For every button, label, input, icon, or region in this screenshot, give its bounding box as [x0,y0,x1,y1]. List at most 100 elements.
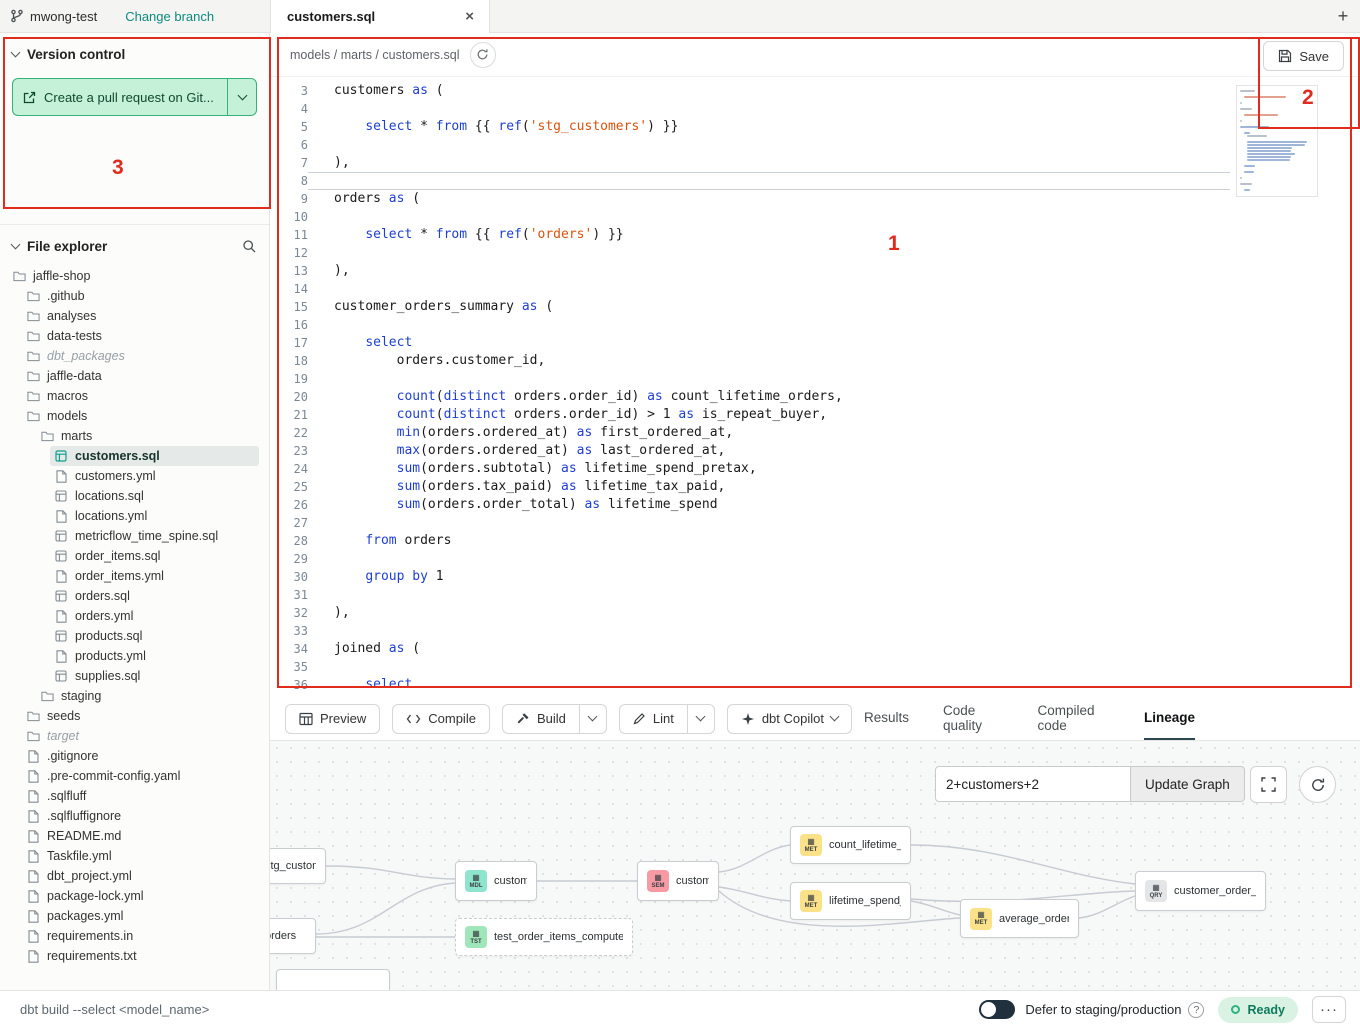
code-editor[interactable]: 3customers as (45 select * from {{ ref('… [270,77,1360,697]
graph-node-customers[interactable]: ▦MDLcustomers [455,861,537,901]
code-line-19[interactable]: 19 [270,370,1360,388]
code-line-17[interactable]: 17 select [270,334,1360,352]
graph-node-lifetime_spend_pretax[interactable]: ▦METlifetime_spend_pretax [790,882,911,920]
tree-item-dbt_project.yml[interactable]: dbt_project.yml [22,866,259,886]
tree-item-requirements.txt[interactable]: requirements.txt [22,946,259,966]
tree-item-products.yml[interactable]: products.yml [50,646,259,666]
create-pr-button[interactable]: Create a pull request on Git... [12,78,227,116]
tree-item-metricflow_time_spine.sql[interactable]: metricflow_time_spine.sql [50,526,259,546]
tree-item-jaffle-data[interactable]: jaffle-data [22,366,259,386]
tree-item-customers.sql[interactable]: customers.sql [50,446,259,466]
code-line-23[interactable]: 23 max(orders.ordered_at) as last_ordere… [270,442,1360,460]
tree-item-locations.yml[interactable]: locations.yml [50,506,259,526]
graph-node-average_order_value[interactable]: ▦METaverage_order_value [960,899,1079,938]
tree-item-target[interactable]: target [22,726,259,746]
tree-item-Taskfile.yml[interactable]: Taskfile.yml [22,846,259,866]
tree-item-seeds[interactable]: seeds [22,706,259,726]
tree-item-dbt_packages[interactable]: dbt_packages [22,346,259,366]
breadcrumb-action-icon[interactable] [470,42,496,68]
help-icon[interactable]: ? [1188,1002,1204,1018]
tree-item-orders.yml[interactable]: orders.yml [50,606,259,626]
code-line-32[interactable]: 32), [270,604,1360,622]
graph-node-customer_order_metrics[interactable]: ▦QRYcustomer_order_metrics [1135,871,1266,911]
tree-item-order_items.sql[interactable]: order_items.sql [50,546,259,566]
tree-item-.sqlfluff[interactable]: .sqlfluff [22,786,259,806]
graph-node-count_lifetime_orders[interactable]: ▦METcount_lifetime_orders [790,826,911,864]
tree-item-.sqlfluffignore[interactable]: .sqlfluffignore [22,806,259,826]
update-graph-button[interactable]: Update Graph [1131,766,1245,802]
code-line-24[interactable]: 24 sum(orders.subtotal) as lifetime_spen… [270,460,1360,478]
code-line-35[interactable]: 35 [270,658,1360,676]
compile-button[interactable]: Compile [392,704,490,734]
lint-button[interactable]: Lint [619,704,687,734]
tab-code-quality[interactable]: Code quality [943,697,1003,740]
file-explorer-header[interactable]: File explorer [0,224,269,264]
code-line-14[interactable]: 14 [270,280,1360,298]
tree-item-analyses[interactable]: analyses [22,306,259,326]
code-line-5[interactable]: 5 select * from {{ ref('stg_customers') … [270,118,1360,136]
graph-node-test_order_items_compute_to_bools-[interactable]: ▦TSTtest_order_items_compute_to_bools... [455,918,633,956]
tree-item-data-tests[interactable]: data-tests [22,326,259,346]
tab-lineage[interactable]: Lineage [1144,697,1195,740]
build-dropdown-button[interactable] [579,704,607,734]
code-line-31[interactable]: 31 [270,586,1360,604]
minimap[interactable] [1236,85,1318,197]
lineage-selector-input[interactable] [935,766,1131,802]
code-line-28[interactable]: 28 from orders [270,532,1360,550]
graph-node-orders[interactable]: ▦MDLorders [270,918,316,954]
code-line-25[interactable]: 25 sum(orders.tax_paid) as lifetime_tax_… [270,478,1360,496]
close-tab-icon[interactable]: × [462,8,477,25]
code-line-29[interactable]: 29 [270,550,1360,568]
save-button[interactable]: Save [1263,41,1344,71]
code-line-12[interactable]: 12 [270,244,1360,262]
tree-item-requirements.in[interactable]: requirements.in [22,926,259,946]
graph-node-customers[interactable]: ▦SEMcustomers [637,861,719,901]
code-line-4[interactable]: 4 [270,100,1360,118]
code-line-34[interactable]: 34joined as ( [270,640,1360,658]
tree-item-customers.yml[interactable]: customers.yml [50,466,259,486]
code-line-8[interactable]: 8 [270,172,1360,190]
build-command-text[interactable]: dbt build --select <model_name> [20,1002,209,1017]
tree-item-macros[interactable]: macros [22,386,259,406]
lineage-panel[interactable]: ▦MDLstg_customers ▦MDLorders ▦MDLcustomers… [270,740,1360,990]
code-line-16[interactable]: 16 [270,316,1360,334]
tree-item-products.sql[interactable]: products.sql [50,626,259,646]
code-line-9[interactable]: 9orders as ( [270,190,1360,208]
tree-item-models[interactable]: models [22,406,259,426]
code-line-26[interactable]: 26 sum(orders.order_total) as lifetime_s… [270,496,1360,514]
new-tab-button[interactable]: + [1326,0,1360,32]
change-branch-link[interactable]: Change branch [125,9,214,24]
code-line-15[interactable]: 15customer_orders_summary as ( [270,298,1360,316]
version-control-header[interactable]: Version control [0,33,269,72]
code-line-21[interactable]: 21 count(distinct orders.order_id) > 1 a… [270,406,1360,424]
code-line-6[interactable]: 6 [270,136,1360,154]
code-line-33[interactable]: 33 [270,622,1360,640]
graph-node-stg_customers[interactable]: ▦MDLstg_customers [270,848,326,884]
tree-item-.gitignore[interactable]: .gitignore [22,746,259,766]
code-line-7[interactable]: 7), [270,154,1360,172]
search-icon[interactable] [242,239,257,254]
graph-node-partial[interactable] [276,969,390,990]
tab-compiled-code[interactable]: Compiled code [1037,697,1110,740]
tree-item-packages.yml[interactable]: packages.yml [22,906,259,926]
code-line-10[interactable]: 10 [270,208,1360,226]
tree-item-README.md[interactable]: README.md [22,826,259,846]
code-line-27[interactable]: 27 [270,514,1360,532]
code-line-20[interactable]: 20 count(distinct orders.order_id) as co… [270,388,1360,406]
code-line-30[interactable]: 30 group by 1 [270,568,1360,586]
code-line-36[interactable]: 36 select [270,676,1360,694]
lint-dropdown-button[interactable] [687,704,715,734]
tree-item-jaffle-shop[interactable]: jaffle-shop [8,266,259,286]
tree-item-.pre-commit-config.yaml[interactable]: .pre-commit-config.yaml [22,766,259,786]
code-line-11[interactable]: 11 select * from {{ ref('orders') }} [270,226,1360,244]
tab-results[interactable]: Results [864,697,909,740]
preview-button[interactable]: Preview [285,704,380,734]
dbt-copilot-button[interactable]: dbt Copilot [727,704,852,734]
tree-item-locations.sql[interactable]: locations.sql [50,486,259,506]
refresh-graph-button[interactable] [1299,766,1336,803]
code-line-18[interactable]: 18 orders.customer_id, [270,352,1360,370]
tree-item-orders.sql[interactable]: orders.sql [50,586,259,606]
fullscreen-button[interactable] [1250,766,1287,803]
tree-item-package-lock.yml[interactable]: package-lock.yml [22,886,259,906]
defer-toggle[interactable] [979,1000,1015,1019]
